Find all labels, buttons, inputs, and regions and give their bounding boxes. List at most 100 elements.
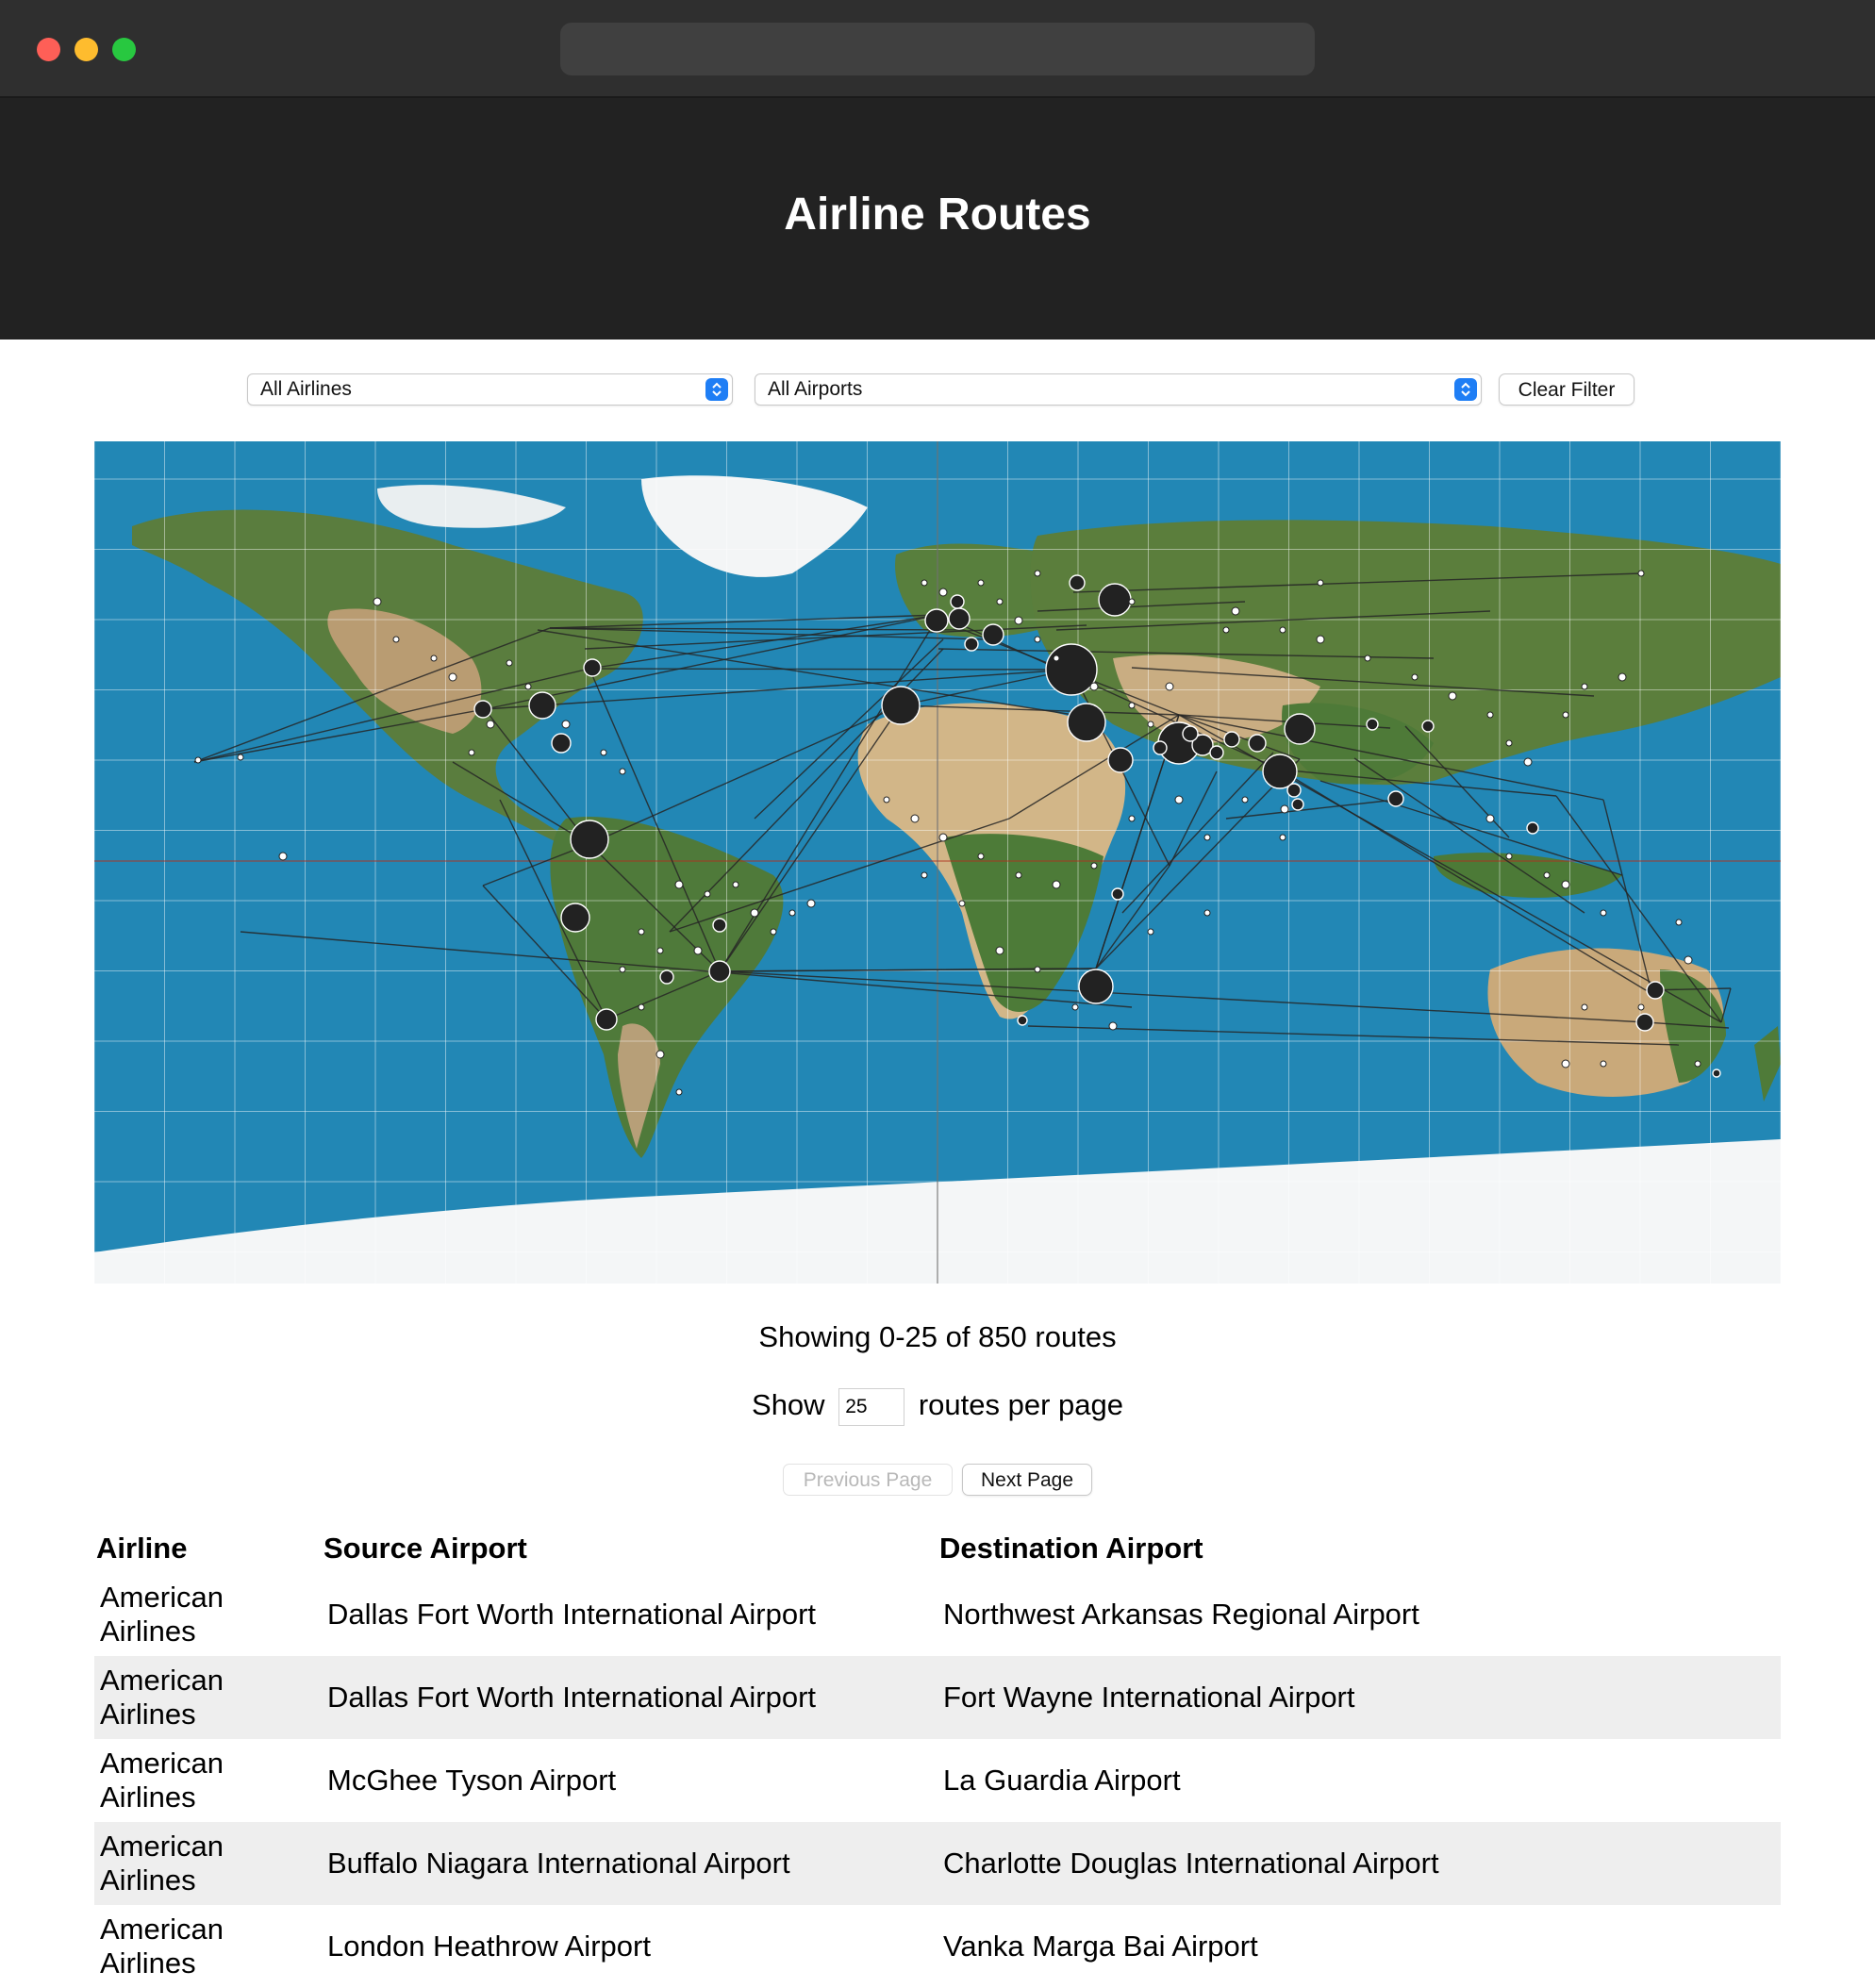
airport-node <box>921 579 928 587</box>
airport-node <box>638 928 645 936</box>
airport-node <box>1279 834 1286 841</box>
airport-node <box>1561 880 1570 889</box>
airport-node <box>1015 871 1022 879</box>
airport-node <box>1090 862 1098 870</box>
select-stepper-icon <box>705 378 728 401</box>
airport-node <box>1174 795 1184 804</box>
airport-node <box>770 928 777 936</box>
airport-node <box>1231 606 1240 616</box>
select-stepper-icon <box>1454 378 1477 401</box>
cell-airline: American Airlines <box>100 1913 224 1980</box>
airport-node <box>977 853 985 860</box>
airport-node <box>1279 626 1286 634</box>
cell-source-airport: Dallas Fort Worth International Airport <box>327 1598 817 1631</box>
airport-node <box>938 588 948 597</box>
table-row: American Airlines London Heathrow Airpor… <box>94 1905 1781 1988</box>
table-row: American Airlines McGhee Tyson Airport L… <box>94 1739 1781 1822</box>
airport-node <box>693 946 703 955</box>
showing-count: Showing 0-25 of 850 routes <box>758 1320 1117 1353</box>
page-header: Airline Routes <box>0 98 1875 340</box>
airport-node <box>1203 834 1211 841</box>
header-destination-airport: Destination Airport <box>939 1532 1203 1565</box>
cell-destination-airport: Fort Wayne International Airport <box>938 1656 1781 1739</box>
airport-node <box>1485 814 1495 823</box>
table-row: American Airlines Dallas Fort Worth Inte… <box>94 1656 1781 1739</box>
cell-source-airport: McGhee Tyson Airport <box>327 1764 617 1797</box>
airport-node <box>1561 1059 1570 1069</box>
cell-airline: American Airlines <box>100 1581 224 1648</box>
routes-table: Airline Source Airport Destination Airpo… <box>94 1528 1781 1988</box>
airport-node <box>883 796 890 803</box>
airport-node <box>1034 966 1041 973</box>
airport-node <box>1675 919 1683 926</box>
airport-node <box>704 890 711 898</box>
airport-node <box>1128 702 1136 709</box>
per-page-row: Show 25 routes per page <box>0 1388 1875 1426</box>
airport-node <box>194 756 202 764</box>
airport-node <box>788 909 796 917</box>
airport-node <box>1505 853 1513 860</box>
table-header-row: Airline Source Airport Destination Airpo… <box>94 1528 1781 1573</box>
world-map-svg[interactable] <box>94 441 1781 1284</box>
cell-airline: American Airlines <box>100 1747 224 1814</box>
airport-node <box>506 659 513 667</box>
airport-node <box>1014 616 1023 625</box>
airport-node <box>278 852 288 861</box>
airport-node <box>1600 909 1607 917</box>
minimize-window-button[interactable] <box>75 38 98 61</box>
airport-node <box>1316 635 1325 644</box>
airport-node <box>1241 796 1249 803</box>
airport-node <box>524 683 532 690</box>
airport-node <box>958 900 966 907</box>
airport-node <box>1523 757 1533 767</box>
airport-node <box>619 966 626 973</box>
clear-filter-button[interactable]: Clear Filter <box>1499 373 1634 406</box>
airport-node <box>1071 1003 1079 1011</box>
previous-page-button[interactable]: Previous Page <box>783 1464 953 1496</box>
page-title: Airline Routes <box>784 190 1091 240</box>
airport-node <box>1505 739 1513 747</box>
airport-node <box>561 720 571 729</box>
airport-select[interactable]: All Airports <box>755 373 1482 406</box>
cell-airline: American Airlines <box>94 1822 322 1905</box>
airport-node <box>1411 673 1419 681</box>
browser-titlebar <box>0 0 1875 98</box>
zoom-window-button[interactable] <box>112 38 136 61</box>
airport-node <box>1581 1003 1588 1011</box>
address-bar[interactable] <box>560 23 1315 75</box>
cell-destination-airport: La Guardia Airport <box>943 1764 1181 1797</box>
airport-node <box>995 946 1004 955</box>
airport-node <box>600 749 607 756</box>
airport-node <box>938 833 948 842</box>
airport-node <box>1486 711 1494 719</box>
airport-node <box>1317 579 1324 587</box>
airport-node <box>486 720 495 729</box>
airport-node <box>1034 636 1041 643</box>
airline-select[interactable]: All Airlines <box>247 373 733 406</box>
airline-select-value: All Airlines <box>260 378 352 400</box>
header-airline: Airline <box>96 1532 188 1565</box>
airport-node <box>392 636 400 643</box>
table-row: American Airlines Buffalo Niagara Intern… <box>94 1822 1781 1905</box>
airport-node <box>468 749 475 756</box>
close-window-button[interactable] <box>37 38 60 61</box>
header-source-airport: Source Airport <box>324 1532 527 1565</box>
cell-destination-airport: Northwest Arkansas Regional Airport <box>943 1598 1419 1631</box>
airport-node <box>1637 1003 1645 1011</box>
airport-node <box>674 880 684 889</box>
airport-node <box>1684 955 1693 965</box>
airport-node <box>675 1088 683 1096</box>
table-row: American Airlines Dallas Fort Worth Inte… <box>94 1573 1781 1656</box>
airport-node <box>1562 711 1569 719</box>
airport-node <box>996 598 1004 605</box>
airport-node <box>910 814 920 823</box>
next-page-button[interactable]: Next Page <box>962 1464 1092 1496</box>
airport-node <box>1600 1060 1607 1068</box>
airport-node <box>1618 672 1627 682</box>
airport-node <box>1581 683 1588 690</box>
airport-node <box>1089 682 1099 691</box>
airport-node <box>1053 654 1060 662</box>
route-map[interactable] <box>94 441 1781 1284</box>
per-page-input[interactable]: 25 <box>838 1388 905 1426</box>
per-page-suffix: routes per page <box>918 1388 1123 1422</box>
